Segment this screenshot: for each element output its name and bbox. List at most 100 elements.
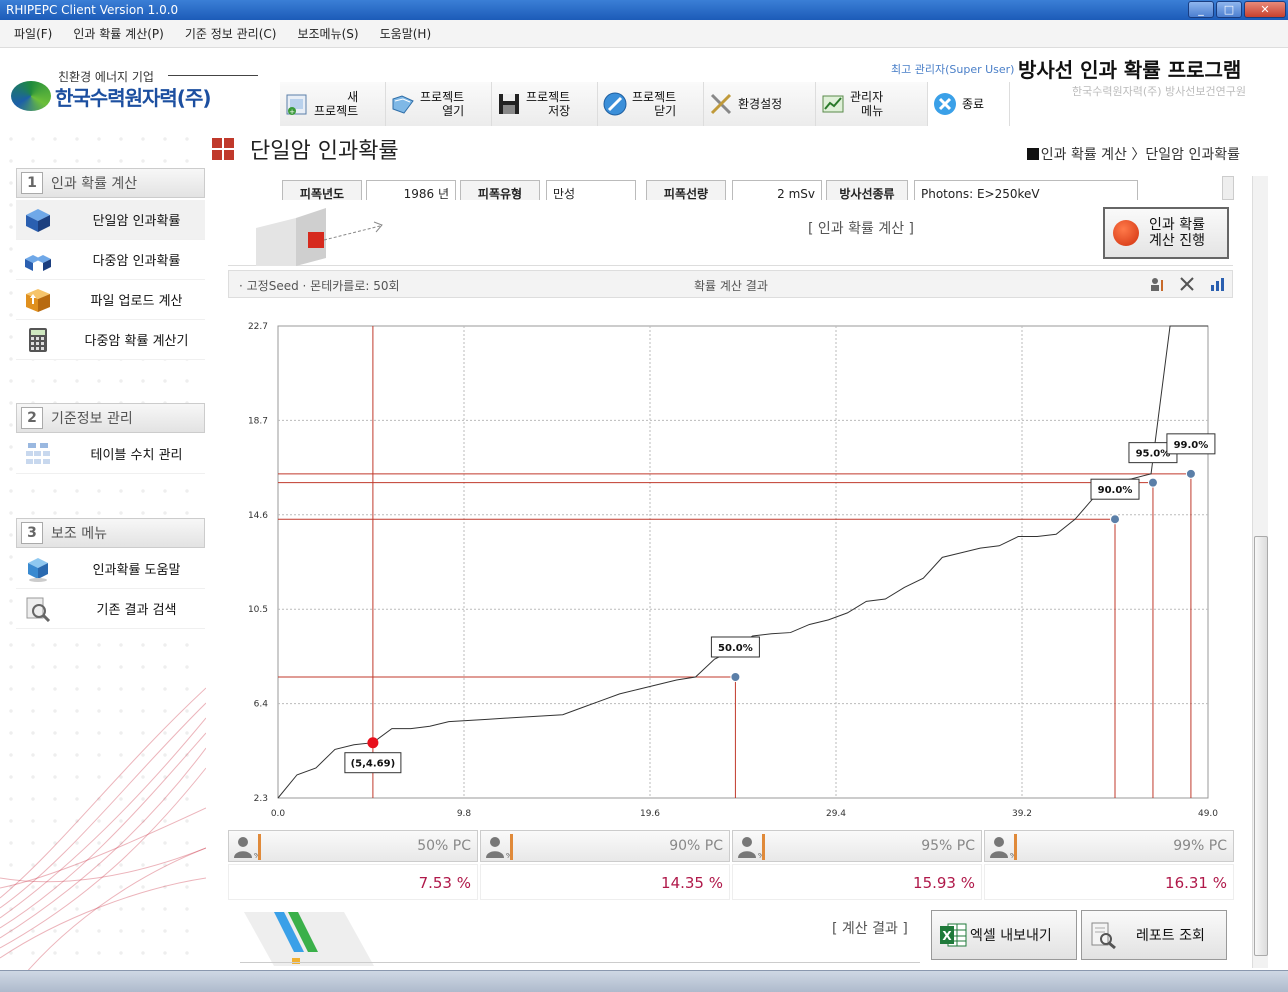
exit-button[interactable]: 종료 (928, 82, 1010, 126)
user-percent-icon: % (486, 837, 510, 860)
cube-icon (26, 208, 50, 232)
report-view-label: 레포트 조회 (1136, 928, 1205, 944)
percentile-label: 99.0% (1174, 440, 1209, 451)
section-number: 3 (21, 522, 43, 544)
window-title: RHIPEPC Client Version 1.0.0 (6, 3, 179, 17)
breadcrumb-marker-icon (1026, 148, 1039, 160)
dose-field[interactable]: 2 mSv (732, 180, 822, 200)
excel-export-label: 엑셀 내보내기 (970, 928, 1052, 944)
menu-help[interactable]: 도움말(H) (380, 25, 432, 42)
close-project-button[interactable]: 프로젝트 닫기 (598, 82, 704, 126)
exposure-type-label: 피폭유형 (460, 180, 540, 200)
excel-export-button[interactable]: X 엑셀 내보내기 (931, 910, 1077, 960)
sidebar-item-search-results[interactable]: 기존 결과 검색 (16, 589, 205, 629)
user-percent-icon: % (738, 837, 762, 860)
radiation-type-select[interactable]: Photons: E>250keV (914, 180, 1138, 200)
parameter-row: 피폭년도 1986 년 피폭유형 만성 피폭선량 2 mSv 방사선종류 Pho… (228, 176, 1233, 200)
sidebar: 1 인과 확률 계산 단일암 인과확률 다중암 인과확률 파일 업로드 계산 다… (0, 128, 206, 992)
section-title: 보조 메뉴 (51, 526, 107, 542)
user-stats-icon[interactable] (1149, 276, 1165, 292)
percentile-label: 90.0% (1098, 485, 1133, 496)
new-project-button[interactable]: + 새 프로젝트 (280, 82, 386, 126)
tools-icon[interactable] (1179, 276, 1195, 292)
menu-file[interactable]: 파일(F) (14, 25, 52, 42)
menu-calc[interactable]: 인과 확률 계산(P) (73, 25, 163, 42)
sidebar-item-table-values[interactable]: 테이블 수치 관리 (16, 434, 205, 474)
admin-menu-button[interactable]: 관리자 메뉴 (816, 82, 928, 126)
bottom-bar: [ 계산 결과 ] X 엑셀 내보내기 레포트 조회 (228, 908, 1233, 966)
sidebar-item-single-cancer[interactable]: 단일암 인과확률 (16, 200, 205, 240)
percentile-label: 95.0% (1136, 449, 1171, 460)
menu-bar: 파일(F) 인과 확률 계산(P) 기준 정보 관리(C) 보조메뉴(S) 도움… (0, 20, 1288, 48)
y-tick-label: 10.5 (248, 605, 268, 615)
run-calculation-button[interactable]: 인과 확률 계산 진행 (1103, 207, 1229, 259)
sidebar-item-label: 단일암 인과확률 (92, 214, 181, 229)
upload-box-icon (26, 288, 50, 312)
x-tick-label: 9.8 (457, 809, 472, 819)
pc-value: 15.93 % (732, 864, 982, 900)
main-panel: 단일암 인과확률 인과 확률 계산 〉단일암 인과확률 피폭년도 1986 년 … (206, 128, 1270, 970)
user-percent-icon: % (234, 837, 258, 860)
sidebar-item-help[interactable]: 인과확률 도움말 (16, 549, 205, 589)
exposure-year-field[interactable]: 1986 년 (366, 180, 456, 200)
chart-icon[interactable] (1209, 276, 1225, 292)
result-title: 확률 계산 결과 (694, 279, 768, 293)
radiation-type-label: 방사선종류 (826, 180, 908, 200)
sidebar-item-label: 기존 결과 검색 (96, 603, 177, 618)
pc-cell-50: % 50% PC 7.53 % (228, 830, 478, 900)
logo-divider (168, 75, 258, 76)
pc-cell-99: % 99% PC 16.31 % (984, 830, 1234, 900)
svg-text:+: + (289, 108, 295, 116)
sidebar-item-multi-calculator[interactable]: 다중암 확률 계산기 (16, 320, 205, 360)
main-vertical-scrollbar[interactable] (1252, 176, 1268, 968)
x-tick-label: 29.4 (826, 809, 846, 819)
exposure-type-select[interactable]: 만성 (546, 180, 636, 200)
app-header: 친환경 에너지 기업 한국수력원자력(주) 최고 관리자(Super User)… (0, 48, 1288, 128)
menu-base-info[interactable]: 기준 정보 관리(C) (185, 25, 277, 42)
scrollbar-thumb[interactable] (1254, 536, 1268, 956)
divider (240, 962, 920, 963)
section-calc: 1 인과 확률 계산 (16, 168, 205, 198)
exit-label: 종료 (962, 97, 985, 111)
svg-text:X: X (942, 929, 952, 943)
percentile-marker (730, 671, 741, 682)
report-view-button[interactable]: 레포트 조회 (1081, 910, 1227, 960)
page-title-icon (212, 138, 234, 160)
calc-section-label: [ 인과 확률 계산 ] (808, 221, 915, 237)
report-search-icon (1091, 922, 1116, 950)
admin-icon (822, 95, 844, 113)
breadcrumb-a[interactable]: 인과 확률 계산 (1041, 147, 1127, 163)
sidebar-item-multi-cancer[interactable]: 다중암 인과확률 (16, 240, 205, 280)
close-project-label: 프로젝트 닫기 (632, 90, 677, 118)
close-window-button[interactable]: ✕ (1244, 1, 1286, 18)
x-tick-label: 0.0 (271, 809, 286, 819)
param-scroll-button[interactable] (1222, 176, 1234, 200)
menu-aux[interactable]: 보조메뉴(S) (297, 25, 358, 42)
x-tick-label: 39.2 (1012, 809, 1032, 819)
settings-button[interactable]: 환경설정 (704, 82, 816, 126)
pc-cell-90: % 90% PC 14.35 % (480, 830, 730, 900)
maximize-button[interactable]: □ (1216, 1, 1242, 18)
simulation-info: · 고정Seed · 몬테카를로: 50회 (239, 279, 400, 293)
percentile-marker (1110, 514, 1120, 525)
open-project-button[interactable]: 프로젝트 열기 (386, 82, 492, 126)
program-subtitle: 한국수력원자력(주) 방사선보건연구원 (1072, 85, 1246, 98)
sidebar-item-label: 다중암 인과확률 (92, 254, 181, 269)
sidebar-item-file-upload[interactable]: 파일 업로드 계산 (16, 280, 205, 320)
pc-label: 50% PC (417, 838, 471, 854)
settings-icon (710, 93, 732, 115)
open-project-icon (392, 95, 414, 114)
save-project-button[interactable]: 프로젝트 저장 (492, 82, 598, 126)
new-project-icon: + (286, 94, 307, 116)
calculator-icon (29, 327, 47, 352)
open-project-label: 프로젝트 열기 (420, 90, 465, 118)
plot-frame (277, 325, 1209, 799)
x-tick-label: 19.6 (640, 809, 660, 819)
y-tick-label: 14.6 (248, 511, 268, 521)
minimize-button[interactable]: _ (1188, 1, 1214, 18)
close-project-icon (603, 92, 627, 116)
pc-value: 16.31 % (984, 864, 1234, 900)
percentile-label: 50.0% (718, 643, 753, 654)
cubes-icon (25, 254, 51, 271)
right-edge-panel (1270, 128, 1288, 970)
